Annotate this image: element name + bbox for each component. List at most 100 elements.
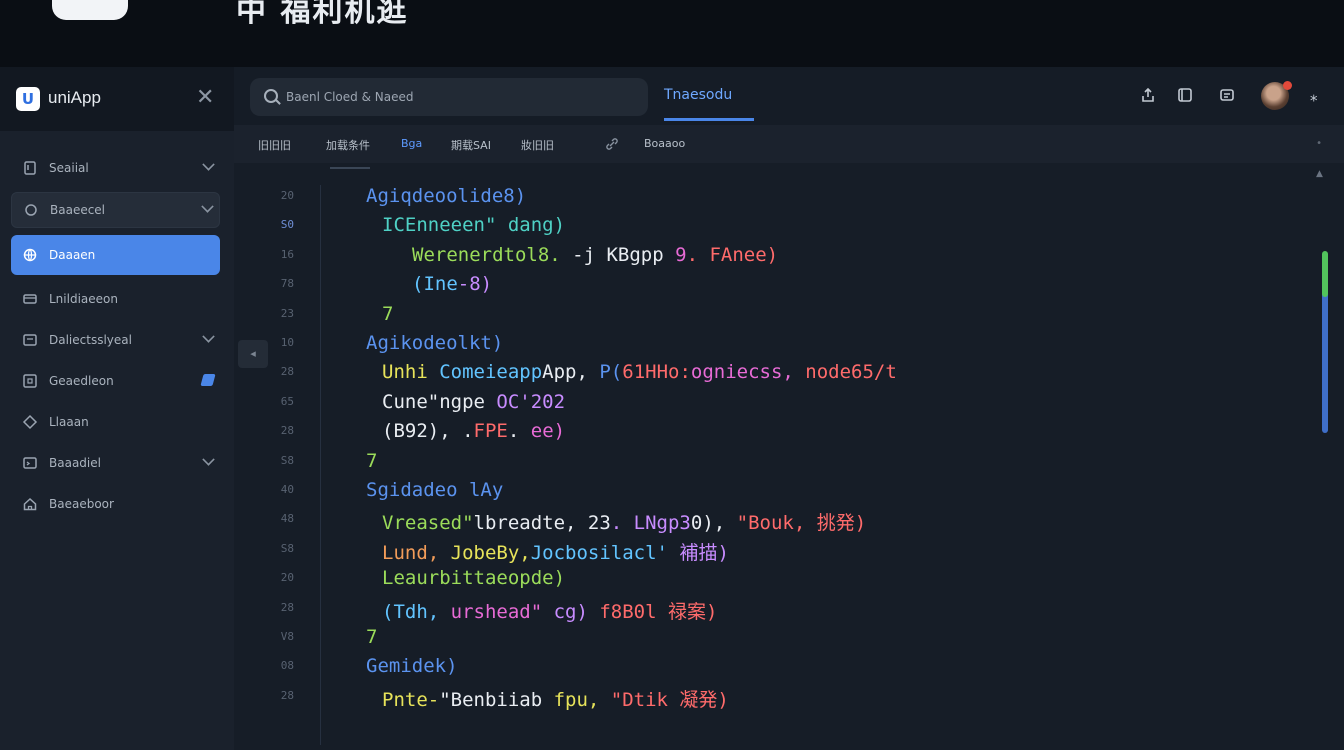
code-token: Pnte- [382, 688, 440, 711]
code-token: 7 [382, 302, 394, 325]
grid-icon [21, 372, 39, 390]
line-number: S8 [280, 541, 294, 555]
code-token: f8B0l 禄案) [599, 600, 718, 623]
code-line: Cune"ngpe OC'202 [382, 391, 565, 413]
code-token: Gemidek) [366, 655, 458, 678]
sidebar-item-4[interactable]: Daliectsslyeal [11, 323, 220, 357]
notification-dot [1283, 81, 1292, 90]
code-line: Pnte-"Benbiiab fpu, "Dtik 凝発) [382, 685, 729, 712]
code-token: Leaurbittaeopde) [382, 567, 566, 590]
code-token: Comeieapp [439, 361, 543, 384]
sidebar-item-0[interactable]: Seaiial [11, 151, 220, 185]
code-token: Werenerdtol8. [412, 243, 573, 266]
subbar-item-0[interactable]: 旧旧旧 [258, 137, 291, 153]
sidebar-item-label: Baaadiel [49, 456, 101, 470]
sidebar-item-1[interactable]: Baaeecel [11, 192, 220, 228]
line-number: V8 [280, 630, 294, 643]
subbar-item-5[interactable]: Boaaoo [644, 137, 685, 150]
code-token: Unhi [382, 361, 440, 384]
line-number: S0 [280, 218, 294, 232]
message-icon[interactable] [1219, 87, 1235, 103]
tab-active[interactable]: Tnaesodu [664, 87, 732, 103]
chevron-down-icon [202, 158, 215, 171]
code-token: (Tdh, [382, 600, 451, 623]
line-number: 28 [280, 600, 294, 614]
tab-underline [664, 118, 754, 121]
sidebar-item-label: Seaiial [49, 161, 89, 175]
code-token: Lund, [382, 541, 451, 564]
app-name: uniApp [48, 88, 101, 107]
code-editor[interactable]: 20 S0 16 78 23 10 28 65 28 S8 40 48 S8 20 28 V8 08 28 ◂ A… [234, 163, 1344, 750]
sidebar-item-label: Daliectsslyeal [49, 333, 132, 347]
subbar-item-1[interactable]: 加载条件 [326, 137, 370, 153]
code-token: node65/t [805, 361, 897, 384]
code-token: 7 [366, 449, 378, 472]
sidebar-item-label: Daaaen [49, 248, 96, 262]
code-token: ee) [530, 420, 566, 443]
code-token: ICEnneeen" dang) [382, 214, 566, 237]
code-line: 7 [366, 450, 377, 472]
sidebar-item-7[interactable]: Baaadiel [11, 446, 220, 480]
subbar-item-2[interactable]: Bga [401, 137, 422, 150]
code-token: cg) [553, 600, 600, 623]
line-number: S8 [280, 453, 294, 467]
card-icon [21, 290, 39, 308]
code-token: JobeBy, [450, 541, 531, 564]
code-token: P( [599, 361, 623, 384]
sidebar-item-2[interactable]: Daaaen [11, 235, 220, 275]
sidebar-item-8[interactable]: Baeaeboor [11, 487, 220, 521]
code-token: (Ine [412, 273, 458, 296]
sidebar-item-6[interactable]: Llaaan [11, 405, 220, 439]
code-token: Vreased" [382, 512, 474, 535]
topbar: Baenl Cloed & Naeed Tnaesodu ⁎ [234, 67, 1344, 125]
code-token: . [507, 420, 531, 443]
chevron-down-icon [201, 200, 214, 213]
scroll-marker [1322, 251, 1328, 297]
subbar-dot: • [1316, 138, 1322, 149]
line-number: 16 [280, 247, 294, 261]
code-token: FPE [473, 420, 508, 443]
code-token: . LNgp3 [610, 512, 691, 535]
code-line: 7 [382, 303, 393, 325]
code-line: (B92), .FPE. ee) [382, 420, 565, 442]
share-icon[interactable] [1140, 87, 1156, 103]
line-number: 28 [280, 424, 294, 438]
close-icon[interactable]: ✕ [196, 85, 214, 110]
code-line: Vreased"lbreadte, 23. LNgp30), "Bouk, 挑発… [382, 508, 866, 535]
more-icon[interactable]: ⁎ [1310, 87, 1318, 105]
code-line: Werenerdtol8. -j KBgpp 9. FAnee) [412, 244, 778, 266]
sidebar-item-label: Geaedleon [49, 374, 114, 388]
chevron-down-icon [202, 330, 215, 343]
code-token: OC'202 [496, 390, 566, 413]
subbar-item-3[interactable]: 期载SAI [451, 137, 491, 153]
link-icon[interactable] [605, 137, 619, 151]
code-line: Leaurbittaeopde) [382, 567, 565, 589]
code-token: "Benbiiab [439, 688, 554, 711]
line-number: 08 [280, 659, 294, 673]
panel-icon[interactable] [1177, 87, 1193, 103]
sidebar-item-3[interactable]: Lnildiaeeon [11, 282, 220, 316]
code-token: "Bouk, 挑発) [736, 512, 867, 535]
sidebar-item-5[interactable]: Geaedleon [11, 364, 220, 398]
code-token: (B92) [382, 420, 440, 443]
search-icon [264, 89, 278, 103]
scroll-up-icon[interactable]: ▲ [1316, 169, 1323, 179]
search-input[interactable]: Baenl Cloed & Naeed [250, 78, 648, 116]
app-logo-icon: U [16, 87, 40, 111]
code-token: ogniecss, [690, 361, 806, 384]
sidebar-nav: Seaiial Baaeecel Daaaen Lnildiaeeon Daliects… [0, 131, 234, 521]
sidebar: U uniApp ✕ Seaiial Baaeecel Daaaen Lnildiae… [0, 67, 235, 750]
code-token: , . [439, 420, 474, 443]
code-token: App, [542, 361, 600, 384]
code-token: Jocbosilacl' [530, 541, 680, 564]
code-token: Agikodeolkt) [366, 332, 504, 354]
fold-icon[interactable]: ◂ [238, 340, 268, 368]
code-token: KBgpp [606, 243, 676, 266]
code-line: (Ine-8) [412, 273, 492, 295]
sidebar-item-label: Baeaeboor [49, 497, 114, 511]
code-token: "Dtik 凝発) [610, 688, 729, 711]
subbar-item-4[interactable]: 妝旧旧 [521, 137, 554, 153]
code-line: Lund, JobeBy,Jocbosilacl' 補描) [382, 538, 729, 565]
line-number: 48 [280, 512, 294, 526]
code-token: Sgidadeo lAy [366, 479, 504, 501]
